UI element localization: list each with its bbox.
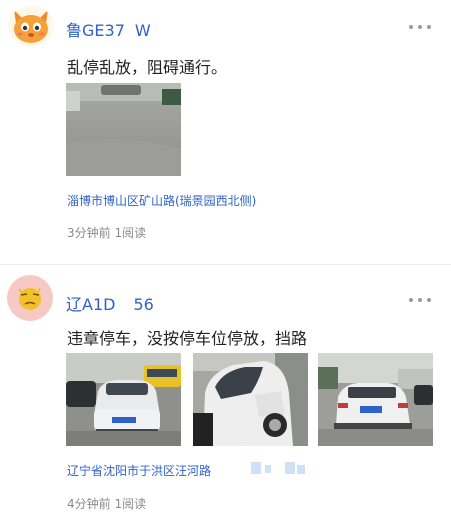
- post-photo[interactable]: [193, 353, 308, 446]
- plate-prefix: 鲁GE37: [66, 21, 125, 40]
- post-card[interactable]: 鲁GE37 W 乱停乱放，阻碍通行。 淄博市博山区矿山路(瑞景园西北侧) 3分钟前…: [0, 0, 451, 264]
- username[interactable]: 鲁GE37 W: [66, 17, 151, 41]
- username[interactable]: 辽A1D 56: [66, 291, 154, 315]
- post-meta: 3分钟前 1阅读: [67, 226, 147, 240]
- post-photo[interactable]: [318, 353, 433, 446]
- more-options-icon[interactable]: [409, 24, 431, 30]
- redacted-mark: [285, 462, 295, 474]
- location-link[interactable]: 辽宁省沈阳市于洪区汪河路: [67, 462, 211, 479]
- redacted-mark: [265, 465, 271, 473]
- post-card[interactable]: 辽A1D 56 违章停车，没按停车位停放，挡路 辽宁省沈阳市于洪区汪河路 4分钟…: [0, 265, 451, 515]
- yellow-face-avatar-icon: [7, 275, 53, 321]
- street-photo-image: [66, 83, 181, 176]
- plate-suffix: W: [134, 21, 151, 40]
- location-link[interactable]: 淄博市博山区矿山路(瑞景园西北侧): [67, 192, 256, 209]
- post-photo[interactable]: [66, 353, 181, 446]
- plate-suffix: 56: [133, 295, 154, 314]
- location-text: 辽宁省沈阳市于洪区汪河路: [67, 464, 212, 478]
- redacted-mark: [297, 465, 305, 474]
- parked-car-photo-image: [318, 353, 433, 446]
- plate-prefix: 辽A1D: [66, 295, 116, 314]
- parked-car-photo-image: [66, 353, 181, 446]
- post-text: 乱停乱放，阻碍通行。: [67, 58, 228, 77]
- more-options-icon[interactable]: [409, 297, 431, 303]
- orange-cat-avatar-icon: [8, 6, 54, 46]
- redacted-mark: [251, 462, 261, 474]
- parked-car-photo-image: [193, 353, 308, 446]
- user-avatar[interactable]: [7, 275, 53, 321]
- user-avatar[interactable]: [8, 6, 54, 46]
- post-photo[interactable]: [66, 83, 181, 176]
- post-meta: 4分钟前 1阅读: [67, 497, 147, 511]
- post-text: 违章停车，没按停车位停放，挡路: [67, 329, 308, 348]
